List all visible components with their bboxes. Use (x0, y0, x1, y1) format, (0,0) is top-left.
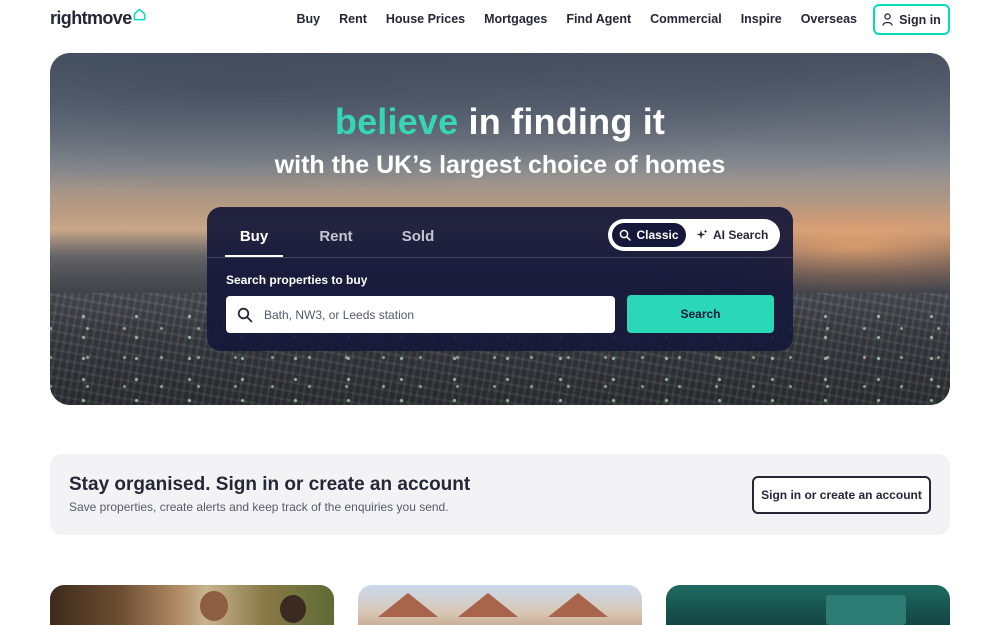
hero-banner: believe in finding it with the UK’s larg… (50, 53, 950, 405)
feature-card-couple-image[interactable] (50, 585, 334, 625)
logo-text: rightmove (50, 8, 132, 28)
ai-search-label: AI Search (713, 228, 769, 242)
person-figure (280, 595, 306, 623)
nav-link-commercial[interactable]: Commercial (650, 12, 722, 26)
sparkle-icon (696, 229, 708, 239)
sign-in-label: Sign in (899, 12, 941, 27)
ai-search-toggle[interactable]: AI Search (696, 223, 774, 247)
house-roof (458, 593, 518, 617)
headline-rest: in finding it (458, 101, 666, 142)
nav-link-overseas[interactable]: Overseas (801, 12, 857, 26)
search-mode-toggle: Classic AI Search (608, 219, 780, 251)
nav-link-rent[interactable]: Rent (339, 12, 367, 26)
account-banner: Stay organised. Sign in or create an acc… (50, 454, 950, 535)
search-button[interactable]: Search (627, 295, 774, 333)
search-tabs: Buy Rent Sold (225, 221, 471, 257)
banner-title: Stay organised. Sign in or create an acc… (69, 474, 471, 495)
banner-description: Save properties, create alerts and keep … (69, 500, 449, 514)
room-shelf (826, 595, 906, 625)
nav-link-inspire[interactable]: Inspire (741, 12, 782, 26)
tab-rent[interactable]: Rent (307, 221, 365, 257)
search-field (226, 296, 615, 333)
nav-link-find-agent[interactable]: Find Agent (566, 12, 631, 26)
feature-card-room-image[interactable] (666, 585, 950, 625)
classic-label: Classic (636, 228, 679, 242)
house-outline-icon (133, 8, 145, 21)
rightmove-logo[interactable]: rightmove (50, 8, 146, 29)
person-figure (200, 591, 228, 621)
house-roof (548, 593, 608, 617)
top-navigation: rightmove Buy Rent House Prices Mortgage… (0, 0, 1000, 40)
location-search-input[interactable] (264, 307, 604, 322)
search-panel: Buy Rent Sold Classic AI Search Search p (207, 207, 793, 351)
tab-buy[interactable]: Buy (225, 221, 283, 257)
headline-accent: believe (334, 101, 459, 142)
search-icon (620, 229, 632, 241)
house-roof (378, 593, 438, 617)
search-icon (237, 307, 253, 322)
feature-card-houses-image[interactable] (358, 585, 642, 625)
nav-link-mortgages[interactable]: Mortgages (484, 12, 547, 26)
hero-subheadline: with the UK’s largest choice of homes (274, 151, 726, 179)
sign-in-or-create-account-button[interactable]: Sign in or create an account (752, 476, 931, 514)
sign-in-button[interactable]: Sign in (873, 4, 950, 35)
classic-search-toggle[interactable]: Classic (612, 223, 686, 247)
tab-sold[interactable]: Sold (389, 221, 447, 257)
hero-headline: believe in finding it (50, 101, 950, 143)
nav-link-buy[interactable]: Buy (296, 12, 320, 26)
tabs-divider (207, 257, 793, 258)
main-menu: Buy Rent House Prices Mortgages Find Age… (296, 12, 857, 26)
nav-link-house-prices[interactable]: House Prices (386, 12, 465, 26)
user-icon (882, 13, 893, 26)
search-label: Search properties to buy (226, 273, 368, 287)
